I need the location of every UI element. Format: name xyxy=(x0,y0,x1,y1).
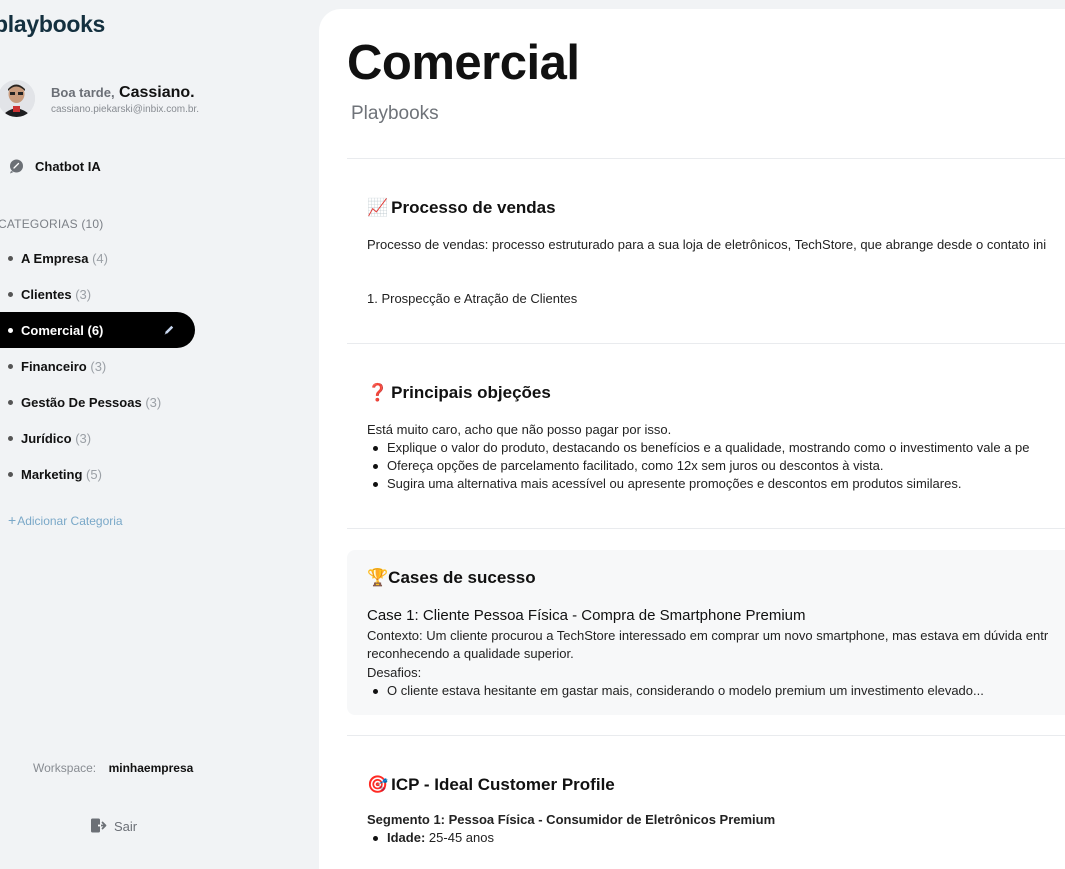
section-text: Desafios: xyxy=(367,665,422,680)
section-title: ❓ Principais objeções xyxy=(367,383,551,403)
category-name: Clientes xyxy=(21,287,72,302)
section-text: Contexto: Um cliente procurou a TechStor… xyxy=(367,628,1049,643)
category-count: (5) xyxy=(86,467,102,482)
sidebar-item-clientes[interactable]: Clientes (3) xyxy=(0,276,195,312)
section-text: Está muito caro, acho que não posso paga… xyxy=(367,422,672,437)
case-title: Case 1: Cliente Pessoa Física - Compra d… xyxy=(367,607,806,624)
avatar[interactable] xyxy=(0,80,35,117)
sidebar-item-juridico[interactable]: Jurídico (3) xyxy=(0,420,195,456)
bullet-dot xyxy=(8,400,13,405)
field-value: 25-45 anos xyxy=(428,830,494,845)
bullet-dot xyxy=(8,436,13,441)
list-item: O cliente estava hesitante em gastar mai… xyxy=(373,683,984,698)
greeting-text: Boa tarde, xyxy=(51,85,115,100)
category-count: (3) xyxy=(75,287,92,302)
sidebar: playbooks Boa tarde, Cassiano. cassiano.… xyxy=(0,0,319,850)
field-label: Idade: xyxy=(387,830,426,845)
question-mark-icon: ❓ xyxy=(367,383,389,402)
add-category-button[interactable]: +Adicionar Categoria xyxy=(8,512,123,528)
sidebar-item-comercial[interactable]: Comercial (6) xyxy=(0,312,195,348)
segment-title: Segmento 1: Pessoa Física - Consumidor d… xyxy=(367,812,776,827)
list-item: Ofereça opções de parcelamento facilitad… xyxy=(372,458,884,473)
section-title-text: ICP - Ideal Customer Profile xyxy=(391,775,615,794)
section-processo-de-vendas[interactable]: 📈 Processo de vendas Processo de vendas: … xyxy=(347,169,1065,344)
section-icp[interactable]: 🎯 ICP - Ideal Customer Profile Segmento 1… xyxy=(347,746,1065,866)
list-item: Sugira uma alternativa mais acessível ou… xyxy=(372,476,962,491)
bullet-dot xyxy=(8,256,13,261)
workspace-label: Workspace: xyxy=(33,761,97,775)
trophy-icon: 🏆 xyxy=(367,568,389,587)
divider xyxy=(347,343,1065,344)
workspace-value[interactable]: minhaempresa xyxy=(109,761,194,775)
categories-heading: CATEGORIAS (10) xyxy=(0,217,104,231)
category-count: (3) xyxy=(75,431,92,446)
page-title: Comercial xyxy=(347,36,580,90)
bullet-dot xyxy=(8,364,13,369)
category-name: Financeiro xyxy=(21,359,87,374)
direct-hit-icon: 🎯 xyxy=(367,775,389,794)
user-email: cassiano.piekarski@inbix.com.br. xyxy=(51,104,199,115)
divider xyxy=(347,735,1065,736)
category-name: Comercial xyxy=(21,323,84,338)
main-content: Comercial Playbooks 📈 Processo de vendas … xyxy=(319,9,1065,869)
add-category-label: Adicionar Categoria xyxy=(17,514,123,528)
category-name: Gestão De Pessoas xyxy=(21,395,142,410)
page-subtitle: Playbooks xyxy=(351,103,439,124)
category-name: A Empresa xyxy=(21,251,89,266)
chart-increasing-icon: 📈 xyxy=(367,198,389,217)
category-count: (3) xyxy=(90,359,107,374)
chatbot-label: Chatbot IA xyxy=(35,159,101,174)
bullet-dot xyxy=(8,472,13,477)
section-title: 📈 Processo de vendas xyxy=(367,198,556,218)
divider xyxy=(347,528,1065,529)
list-item: Idade: 25-45 anos xyxy=(373,830,494,845)
section-title: 🏆Cases de sucesso xyxy=(367,568,536,588)
category-count: (3) xyxy=(145,395,162,410)
section-title-text: Cases de sucesso xyxy=(388,568,536,587)
plus-icon: + xyxy=(8,512,17,528)
category-count: (6) xyxy=(87,323,104,338)
bullet-dot xyxy=(8,292,13,297)
sidebar-item-gestao-de-pessoas[interactable]: Gestão De Pessoas (3) xyxy=(0,384,195,420)
pencil-icon[interactable] xyxy=(162,323,176,337)
chat-bubble-icon xyxy=(9,159,24,174)
greeting: Boa tarde, Cassiano. xyxy=(51,84,195,102)
logout-label: Sair xyxy=(114,819,138,834)
section-title: 🎯 ICP - Ideal Customer Profile xyxy=(367,775,615,795)
chatbot-link[interactable]: Chatbot IA xyxy=(0,153,260,181)
section-principais-objecoes[interactable]: ❓ Principais objeções Está muito caro, ac… xyxy=(347,354,1065,529)
logout-icon xyxy=(90,817,107,834)
section-title-text: Processo de vendas xyxy=(391,198,556,217)
category-name: Jurídico xyxy=(21,431,72,446)
section-title-text: Principais objeções xyxy=(391,383,551,402)
sidebar-item-financeiro[interactable]: Financeiro (3) xyxy=(0,348,195,384)
brand-logo[interactable]: playbooks xyxy=(0,11,105,38)
sidebar-item-marketing[interactable]: Marketing (5) xyxy=(0,456,195,492)
list-item: Explique o valor do produto, destacando … xyxy=(372,440,1030,455)
bullet-dot xyxy=(8,328,13,333)
section-cases-de-sucesso[interactable]: 🏆Cases de sucesso Case 1: Cliente Pessoa… xyxy=(347,550,1065,715)
section-text: Processo de vendas: processo estruturado… xyxy=(367,237,1047,252)
sidebar-item-a-empresa[interactable]: A Empresa (4) xyxy=(0,240,195,276)
section-text: 1. Prospecção e Atração de Clientes xyxy=(367,291,578,306)
category-name: Marketing xyxy=(21,467,83,482)
workspace-info: Workspace: minhaempresa xyxy=(33,759,193,777)
category-count: (4) xyxy=(92,251,108,266)
section-text: reconhecendo a qualidade superior. xyxy=(367,646,574,661)
user-name: Cassiano. xyxy=(119,84,195,101)
divider xyxy=(347,158,1065,159)
